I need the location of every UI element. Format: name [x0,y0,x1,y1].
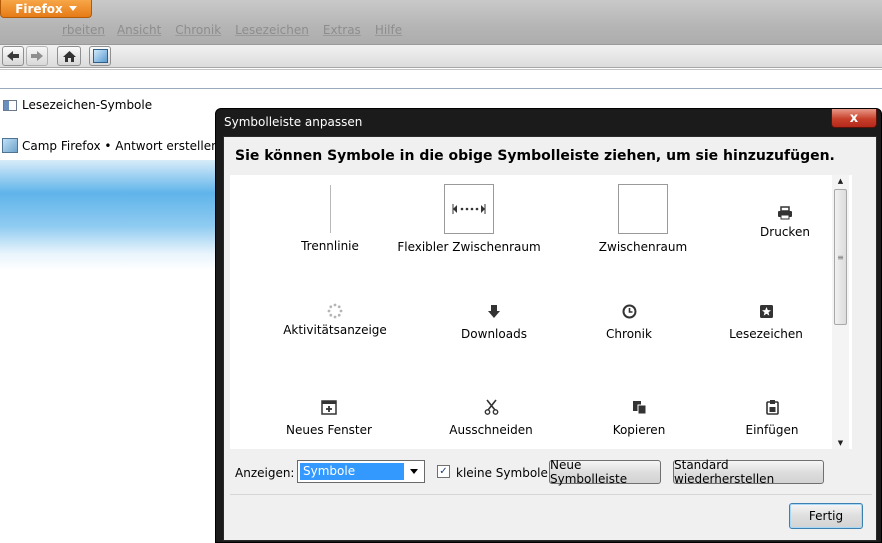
show-mode-select[interactable]: Symbole [297,460,425,483]
home-icon [62,50,76,62]
palette-item-paste[interactable]: Einfügen [697,398,847,437]
bookmark-icon [691,302,841,320]
flexible-space-icon [444,184,494,234]
palette-item-throbber[interactable]: Aktivitätsanzeige [260,302,410,337]
page-icon [92,49,108,63]
palette-item-print[interactable]: Drucken [710,203,852,239]
copy-icon [564,398,714,416]
scrollbar-thumb[interactable]: ≡ [834,189,847,325]
palette-item-copy[interactable]: Kopieren [564,398,714,437]
firefox-menu-label: Firefox [15,1,63,16]
done-label: Fertig [808,509,844,523]
menu-history[interactable]: Chronik [175,23,221,37]
home-button[interactable] [57,46,81,66]
small-icons-checkbox[interactable]: ✓ [437,465,450,478]
palette-item-label: Einfügen [745,423,799,437]
firefox-menu-button[interactable]: Firefox [0,0,92,18]
palette-scrollbar[interactable]: ▲ ≡ ▼ [832,175,849,449]
palette-item-label: Zwischenraum [598,240,688,254]
palette-item-label: Trennlinie [301,239,359,253]
menu-bookmarks[interactable]: Lesezeichen [235,23,309,37]
separator-icon [255,184,405,234]
menu-view[interactable]: Ansicht [117,23,161,37]
dialog-body: Sie können Symbole in die obige Symbolle… [223,136,877,541]
dialog-controls: Anzeigen: Symbole ✓ kleine Symbole Neue … [224,457,878,487]
page-background-image [0,160,230,270]
tab-camp-firefox[interactable]: Camp Firefox • Antwort erstellen [2,138,219,153]
palette-item-label: Downloads [461,327,527,341]
back-arrow-icon [7,51,19,61]
scroll-up-icon[interactable]: ▲ [832,175,849,187]
restore-default-button[interactable]: Standard wiederherstellen [673,458,824,486]
history-icon [554,302,704,320]
divider [230,494,872,495]
show-label: Anzeigen: [235,466,295,480]
new-toolbar-label: Neue Symbolleiste [550,458,628,486]
palette-item-label: Chronik [606,327,652,341]
cut-icon [416,398,566,416]
throbber-icon [260,302,410,320]
navigation-toolbar [0,44,882,68]
palette-item-separator[interactable]: Trennlinie [255,184,405,253]
print-icon [710,203,852,223]
menu-bar: rbeiten Ansicht Chronik Lesezeichen Extr… [62,23,416,37]
bookmarks-label: Lesezeichen-Symbole [22,98,153,112]
palette-item-cut[interactable]: Ausschneiden [416,398,566,437]
palette-item-label: Flexibler Zwischenraum [397,240,541,254]
forward-button[interactable] [26,46,48,66]
bookmarks-icon [3,99,17,111]
scroll-down-icon[interactable]: ▼ [832,437,849,449]
palette-item-label: Ausschneiden [449,423,533,437]
favicon-icon [2,138,18,153]
palette-item-label: Lesezeichen [729,327,803,341]
menu-edit[interactable]: rbeiten [62,23,105,37]
palette-item-flexible-space[interactable]: Flexibler Zwischenraum [394,184,544,254]
dropdown-caret-icon [68,6,77,11]
title-bar: Firefox rbeiten Ansicht Chronik Lesezeic… [0,0,882,44]
palette-item-label: Kopieren [612,423,666,437]
chevron-down-icon [406,463,422,480]
close-icon: x [849,110,859,126]
paste-icon [697,398,847,416]
small-icons-label[interactable]: kleine Symbole [456,466,548,480]
dialog-heading: Sie können Symbole in die obige Symbolle… [235,148,835,164]
palette-item-new-window[interactable]: Neues Fenster [254,398,404,437]
tab-title: Camp Firefox • Antwort erstellen [22,138,219,153]
palette-item-label: Neues Fenster [286,423,372,437]
palette-item-space[interactable]: Zwischenraum [568,184,718,254]
palette-item-bookmarks[interactable]: Lesezeichen [691,302,841,341]
palette-item-history[interactable]: Chronik [554,302,704,341]
download-icon [419,302,569,320]
show-mode-value: Symbole [300,463,404,480]
toolbar-palette: Trennlinie Flexibler Zwischenraum Zwisch… [230,175,852,449]
address-bar[interactable] [0,69,882,89]
palette-item-label: Aktivitätsanzeige [283,323,387,337]
restore-default-label: Standard wiederherstellen [674,458,775,486]
customize-toolbar-dialog: Symbolleiste anpassen x Sie können Symbo… [215,108,882,543]
toolbar-item-button[interactable] [89,46,111,66]
new-window-icon [254,398,404,416]
space-icon [618,184,668,234]
new-toolbar-button[interactable]: Neue Symbolleiste [549,458,661,486]
menu-extras[interactable]: Extras [323,23,361,37]
palette-item-label: Drucken [760,225,810,239]
bookmarks-toolbar-item[interactable]: Lesezeichen-Symbole [3,98,152,112]
done-button[interactable]: Fertig [789,503,863,529]
palette-item-downloads[interactable]: Downloads [419,302,569,341]
forward-arrow-icon [31,51,43,61]
close-button[interactable]: x [831,109,877,128]
menu-help[interactable]: Hilfe [375,23,402,37]
dialog-title: Symbolleiste anpassen [224,115,363,129]
back-button[interactable] [2,46,24,66]
